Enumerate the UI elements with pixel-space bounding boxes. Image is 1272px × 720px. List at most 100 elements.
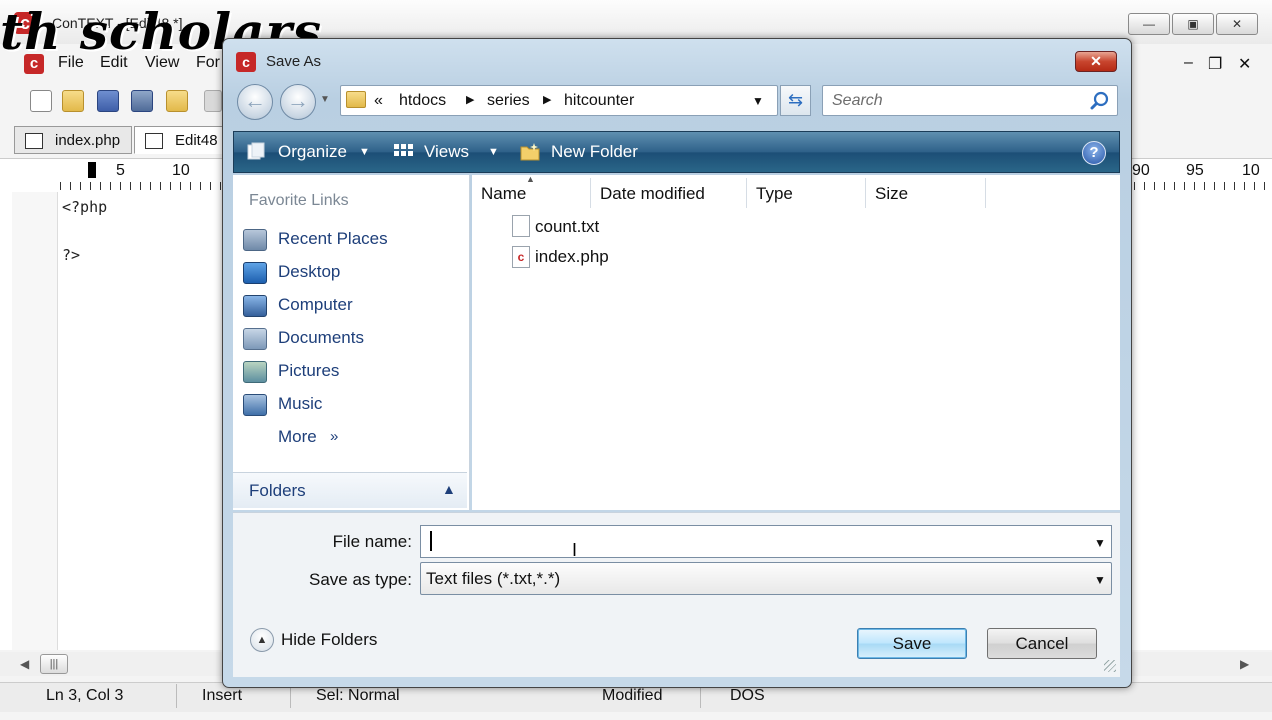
help-icon[interactable]: ? (1082, 141, 1106, 165)
save-all-icon[interactable] (131, 90, 153, 112)
status-mode: Insert (202, 687, 243, 704)
organize-icon (247, 142, 265, 160)
breadcrumb-series[interactable]: series (487, 92, 530, 110)
status-separator (176, 684, 177, 708)
double-chevron-right-icon[interactable]: » (330, 428, 338, 445)
new-folder-toolbar-icon[interactable] (166, 90, 188, 112)
editor-gutter (12, 192, 58, 650)
mdi-minimize-icon[interactable]: ‒ (1184, 54, 1193, 72)
file-name-input[interactable] (420, 525, 1112, 558)
scroll-right-arrow-icon[interactable]: ▶ (1240, 657, 1249, 671)
mdi-close-icon[interactable]: ✕ (1238, 54, 1251, 74)
search-icon[interactable] (1090, 91, 1110, 111)
sidebar-item-documents[interactable]: Documents (278, 328, 364, 348)
column-header-date-modified[interactable]: Date modified (600, 184, 705, 204)
sidebar-item-music[interactable]: Music (278, 394, 322, 414)
refresh-icon[interactable]: ⇆ (780, 85, 811, 116)
recent-places-icon (243, 229, 267, 251)
chevron-up-icon[interactable]: ▲ (442, 481, 456, 497)
save-button[interactable]: Save (857, 628, 967, 659)
maximize-button[interactable]: ▣ (1172, 13, 1214, 35)
music-icon (243, 394, 267, 416)
breadcrumb-separator-icon[interactable]: ▶ (466, 93, 474, 106)
views-icon (394, 144, 413, 156)
sidebar-item-more[interactable]: More (278, 427, 317, 447)
scrollbar-thumb[interactable]: ||| (40, 654, 68, 674)
code-line: <?php (62, 198, 108, 216)
organize-button[interactable]: Organize (278, 142, 347, 162)
cancel-button[interactable]: Cancel (987, 628, 1097, 659)
hide-folders-button[interactable]: Hide Folders (281, 630, 377, 650)
new-folder-icon (520, 143, 540, 161)
scroll-left-arrow-icon[interactable]: ◀ (20, 657, 29, 671)
back-arrow-icon[interactable]: ← (237, 84, 273, 120)
recent-pages-chevron-icon[interactable]: ▼ (320, 94, 330, 105)
tab-index-php[interactable]: index.php (14, 126, 132, 154)
column-separator[interactable] (985, 178, 986, 208)
menu-format[interactable]: For (196, 54, 220, 72)
tab-label: index.php (55, 132, 121, 149)
sidebar-item-pictures[interactable]: Pictures (278, 361, 339, 381)
column-separator[interactable] (746, 178, 747, 208)
status-position: Ln 3, Col 3 (46, 687, 124, 704)
resize-grip-icon[interactable] (1104, 660, 1116, 672)
views-caret-icon[interactable]: ▼ (488, 146, 499, 158)
ruler-number: 10 (172, 162, 190, 179)
save-as-type-value: Text files (*.txt,*.*) (426, 569, 561, 588)
column-header-name[interactable]: Name (481, 184, 526, 204)
menu-file[interactable]: File (58, 54, 84, 72)
breadcrumb-htdocs[interactable]: htdocs (399, 92, 446, 110)
breadcrumb-hitcounter[interactable]: hitcounter (564, 92, 634, 110)
window-close-button[interactable]: ✕ (1216, 13, 1258, 35)
views-button[interactable]: Views (424, 142, 469, 162)
ruler-number: 10 (1242, 162, 1260, 179)
ruler-number: 90 (1132, 162, 1150, 179)
text-file-icon (512, 215, 530, 237)
column-header-size[interactable]: Size (875, 184, 908, 204)
computer-icon (243, 295, 267, 317)
text-caret (430, 531, 432, 551)
sidebar-item-computer[interactable]: Computer (278, 295, 353, 315)
new-folder-button[interactable]: New Folder (551, 142, 638, 162)
file-row-index-php[interactable]: index.php (535, 247, 609, 267)
save-disk-icon[interactable] (97, 90, 119, 112)
save-as-type-dropdown-icon[interactable]: ▼ (1094, 573, 1106, 587)
folders-label[interactable]: Folders (249, 481, 306, 501)
column-header-type[interactable]: Type (756, 184, 793, 204)
sidebar-item-desktop[interactable]: Desktop (278, 262, 340, 282)
menu-edit[interactable]: Edit (100, 54, 128, 72)
desktop-icon (243, 262, 267, 284)
organize-caret-icon[interactable]: ▼ (359, 146, 370, 158)
minimize-button[interactable]: — (1128, 13, 1170, 35)
sidebar-item-recent-places[interactable]: Recent Places (278, 229, 388, 249)
print-icon[interactable] (204, 90, 222, 112)
mdi-restore-icon[interactable]: ❐ (1208, 54, 1222, 74)
column-separator[interactable] (865, 178, 866, 208)
ruler-ticks (60, 182, 222, 190)
breadcrumb-separator-icon[interactable]: ▶ (543, 93, 551, 106)
address-dropdown-icon[interactable]: ▼ (752, 94, 764, 108)
file-row-count-txt[interactable]: count.txt (535, 217, 599, 237)
tab-edit48[interactable]: Edit48 (134, 126, 230, 154)
tab-label: Edit48 (175, 132, 218, 149)
dialog-title: Save As (266, 53, 322, 70)
new-file-icon[interactable] (30, 90, 52, 112)
sort-ascending-icon: ▲ (526, 174, 535, 184)
chevron-up-circle-icon[interactable]: ▲ (250, 628, 274, 652)
dialog-close-button[interactable]: ✕ (1075, 51, 1117, 72)
column-separator[interactable] (590, 178, 591, 208)
menu-view[interactable]: View (145, 54, 179, 72)
document-icon (25, 133, 43, 149)
php-file-icon: c (512, 246, 530, 268)
dialog-app-icon: c (236, 52, 256, 72)
pictures-icon (243, 361, 267, 383)
status-modified: Modified (602, 687, 663, 704)
status-selection: Sel: Normal (316, 687, 400, 704)
ruler-number: 5 (116, 162, 125, 179)
breadcrumb-overflow[interactable]: « (374, 92, 383, 110)
forward-arrow-icon[interactable]: → (280, 84, 316, 120)
document-menu-icon[interactable]: c (24, 54, 44, 74)
file-name-dropdown-icon[interactable]: ▼ (1094, 536, 1106, 550)
ruler-cursor-marker (88, 162, 96, 178)
open-folder-icon[interactable] (62, 90, 84, 112)
